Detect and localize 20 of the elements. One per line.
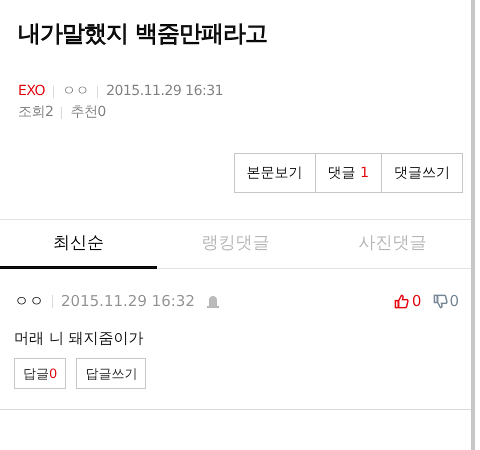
recommend-count: 추천0 xyxy=(70,103,106,122)
replies-button[interactable]: 답글0 xyxy=(14,358,66,389)
like-count: 0 xyxy=(412,292,422,310)
action-button[interactable]: 댓글쓰기 xyxy=(381,153,463,193)
thumbs-up-icon[interactable] xyxy=(394,294,409,308)
comment-author: ㅇㅇ xyxy=(14,292,44,310)
author-name: ㅇㅇ xyxy=(62,82,90,101)
action-button[interactable]: 본문보기 xyxy=(234,153,316,193)
comments-button[interactable]: 댓글 1 xyxy=(314,153,382,193)
write-reply-button[interactable]: 답글쓰기 xyxy=(76,358,146,389)
thumbs-down-icon[interactable] xyxy=(433,294,448,308)
sort-tab[interactable]: 최신순 xyxy=(0,220,157,269)
view-count: 조회2 xyxy=(18,103,54,122)
alarm-icon[interactable] xyxy=(204,293,221,309)
article-title: 내가말했지 백줌만패라고 xyxy=(18,20,268,49)
comment-text: 머래 니 돼지줌이가 xyxy=(14,329,145,348)
comment-date: 2015.11.29 16:32 xyxy=(61,292,195,310)
category-label: EXO xyxy=(18,82,46,101)
dislike-count: 0 xyxy=(449,292,459,310)
post-date: 2015.11.29 16:31 xyxy=(106,82,224,101)
